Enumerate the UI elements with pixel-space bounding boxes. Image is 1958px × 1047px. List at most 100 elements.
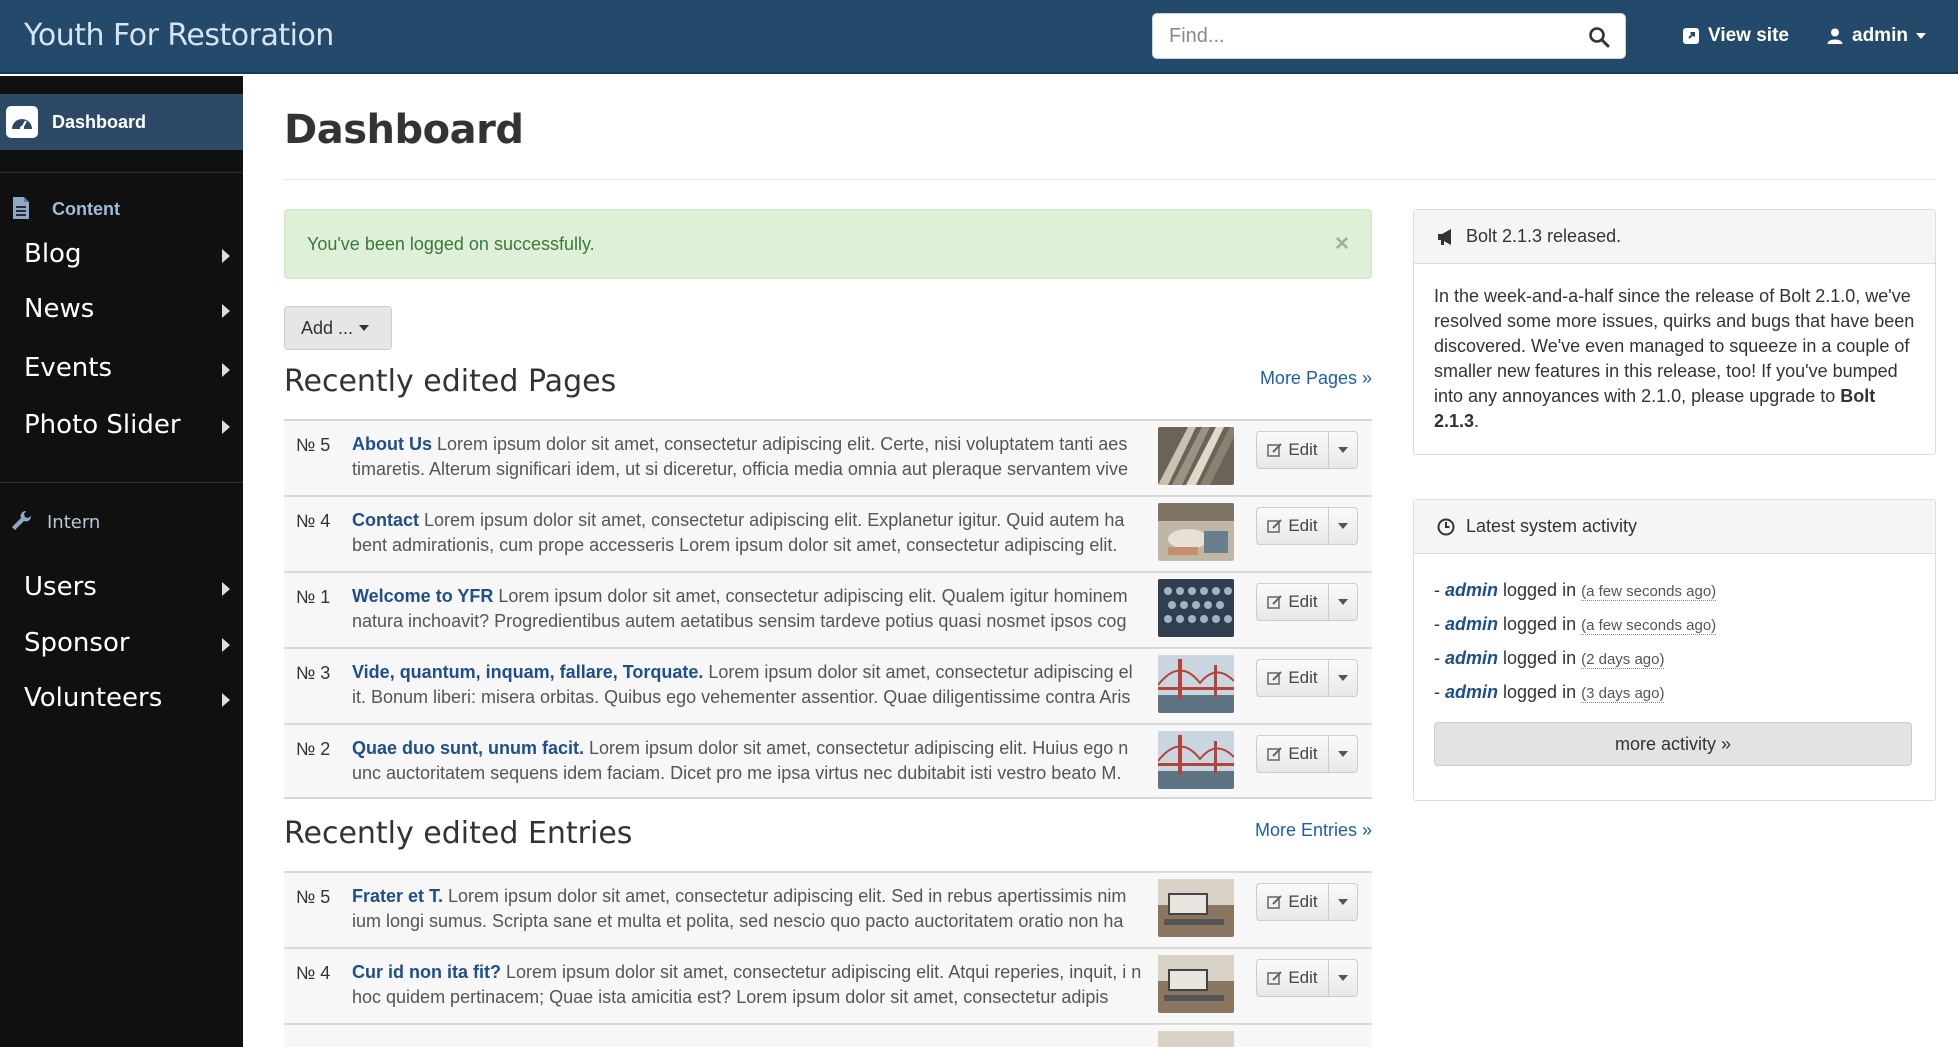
chevron-down-icon xyxy=(1338,899,1348,905)
activity-panel-header: Latest system activity xyxy=(1414,500,1935,554)
activity-user-link[interactable]: admin xyxy=(1445,580,1498,600)
dashboard-icon xyxy=(6,106,38,138)
sidebar-item-label: Sponsor xyxy=(24,628,130,658)
item-title-link[interactable]: Vide, quantum, inquam, fallare, Torquate… xyxy=(352,662,703,682)
pages-section-title: Recently edited Pages xyxy=(284,364,617,399)
sidebar: Dashboard Content Blog News Events Photo… xyxy=(0,76,243,1047)
sidebar-item-photo-slider[interactable]: Photo Slider xyxy=(0,402,243,448)
item-text: Quae duo sunt, unum facit. Lorem ipsum d… xyxy=(352,736,1142,788)
item-title-link[interactable]: Welcome to YFR xyxy=(352,586,493,606)
edit-dropdown-toggle[interactable] xyxy=(1329,508,1357,544)
item-title-link[interactable]: Frater et T. xyxy=(352,886,443,906)
more-pages-link[interactable]: More Pages » xyxy=(1260,368,1372,389)
thumbnail-image xyxy=(1158,579,1234,637)
edit-button[interactable]: Edit xyxy=(1257,884,1329,920)
item-number: № 4 xyxy=(296,511,331,531)
sidebar-item-label: Volunteers xyxy=(24,683,163,713)
list-item: № 4 Contact Lorem ipsum dolor sit amet, … xyxy=(284,495,1372,571)
activity-item: - admin logged in (a few seconds ago) xyxy=(1434,614,1717,635)
chevron-right-icon xyxy=(222,304,230,318)
item-title-link[interactable]: Quae duo sunt, unum facit. xyxy=(352,738,584,758)
edit-button[interactable]: Edit xyxy=(1257,960,1329,996)
edit-button[interactable]: Edit xyxy=(1257,508,1329,544)
item-title-link[interactable]: Cur id non ita fit? xyxy=(352,962,501,982)
item-number: № 2 xyxy=(296,739,331,759)
activity-user-link[interactable]: admin xyxy=(1445,648,1498,668)
item-excerpt: Lorem ipsum dolor sit amet, consectetur … xyxy=(352,886,1127,931)
news-panel-header: Bolt 2.1.3 released. xyxy=(1414,210,1935,264)
edit-button[interactable]: Edit xyxy=(1257,432,1329,468)
section-label: Content xyxy=(52,199,120,219)
activity-item: - admin logged in (a few seconds ago) xyxy=(1434,580,1717,601)
user-menu[interactable]: admin xyxy=(1826,25,1926,47)
edit-dropdown-toggle[interactable] xyxy=(1329,432,1357,468)
sidebar-item-sponsor[interactable]: Sponsor xyxy=(0,620,243,666)
megaphone-icon xyxy=(1438,228,1451,245)
edit-button-group: Edit xyxy=(1256,507,1358,545)
item-excerpt: Lorem ipsum dolor sit amet, consectetur … xyxy=(352,434,1129,479)
activity-user-link[interactable]: admin xyxy=(1445,682,1498,702)
success-alert: You've been logged on successfully. × xyxy=(284,209,1372,279)
sidebar-item-users[interactable]: Users xyxy=(0,564,243,610)
edit-dropdown-toggle[interactable] xyxy=(1329,660,1357,696)
edit-button-group: Edit xyxy=(1256,883,1358,921)
list-item: № 5 About Us Lorem ipsum dolor sit amet,… xyxy=(284,419,1372,495)
edit-dropdown-toggle[interactable] xyxy=(1329,884,1357,920)
search-input[interactable] xyxy=(1169,14,1569,58)
item-excerpt: Lorem ipsum dolor sit amet, consectetur … xyxy=(352,510,1125,555)
item-title-link[interactable]: About Us xyxy=(352,434,432,454)
search-box[interactable] xyxy=(1152,13,1626,59)
user-name: admin xyxy=(1852,25,1908,46)
more-entries-link[interactable]: More Entries » xyxy=(1255,820,1372,841)
activity-action: logged in xyxy=(1498,580,1582,600)
sidebar-item-volunteers[interactable]: Volunteers xyxy=(0,675,243,721)
item-number: № 5 xyxy=(296,887,331,907)
search-icon[interactable] xyxy=(1587,25,1611,49)
activity-list: - admin logged in (a few seconds ago) - … xyxy=(1414,554,1935,766)
item-number: № 3 xyxy=(296,663,331,683)
edit-dropdown-toggle[interactable] xyxy=(1329,584,1357,620)
chevron-right-icon xyxy=(222,638,230,652)
item-text: About Us Lorem ipsum dolor sit amet, con… xyxy=(352,432,1142,484)
chevron-down-icon xyxy=(359,325,370,331)
edit-dropdown-toggle[interactable] xyxy=(1329,736,1357,772)
sidebar-item-label: Users xyxy=(24,572,97,602)
edit-label: Edit xyxy=(1288,744,1318,763)
edit-label: Edit xyxy=(1288,668,1318,687)
activity-time: (a few seconds ago) xyxy=(1581,617,1717,635)
edit-icon xyxy=(1267,595,1283,609)
document-icon xyxy=(13,197,29,219)
item-number: № 1 xyxy=(296,587,331,607)
list-item: № 5 Frater et T. Lorem ipsum dolor sit a… xyxy=(284,871,1372,947)
sidebar-item-news[interactable]: News xyxy=(0,286,243,332)
sidebar-section-intern: Intern xyxy=(0,501,243,541)
edit-label: Edit xyxy=(1288,516,1318,535)
close-icon[interactable]: × xyxy=(1335,232,1349,256)
activity-time: (3 days ago) xyxy=(1581,685,1665,703)
edit-button[interactable]: Edit xyxy=(1257,660,1329,696)
sidebar-item-blog[interactable]: Blog xyxy=(0,231,243,277)
activity-user-link[interactable]: admin xyxy=(1445,614,1498,634)
chevron-right-icon xyxy=(222,363,230,377)
item-number: № 5 xyxy=(296,435,331,455)
item-title-link[interactable]: Contact xyxy=(352,510,419,530)
edit-button[interactable]: Edit xyxy=(1257,584,1329,620)
edit-icon xyxy=(1267,747,1283,761)
more-activity-button[interactable]: more activity » xyxy=(1434,722,1912,766)
top-navbar: Youth For Restoration View site admin xyxy=(0,0,1958,74)
sidebar-item-dashboard[interactable]: Dashboard xyxy=(0,94,243,150)
brand-title[interactable]: Youth For Restoration xyxy=(24,18,334,53)
sidebar-item-label: News xyxy=(24,294,95,324)
edit-button-group: Edit xyxy=(1256,959,1358,997)
edit-button[interactable]: Edit xyxy=(1257,736,1329,772)
list-item: № 3 Vide, quantum, inquam, fallare, Torq… xyxy=(284,647,1372,723)
sidebar-item-events[interactable]: Events xyxy=(0,345,243,391)
edit-button-group: Edit xyxy=(1256,583,1358,621)
news-title: Bolt 2.1.3 released. xyxy=(1466,226,1622,246)
edit-dropdown-toggle[interactable] xyxy=(1329,960,1357,996)
add-button-label: Add ... xyxy=(301,317,354,338)
thumbnail-image xyxy=(1158,731,1234,789)
chevron-down-icon xyxy=(1338,599,1348,605)
view-site-link[interactable]: View site xyxy=(1682,25,1789,47)
add-button[interactable]: Add ... xyxy=(284,306,392,350)
